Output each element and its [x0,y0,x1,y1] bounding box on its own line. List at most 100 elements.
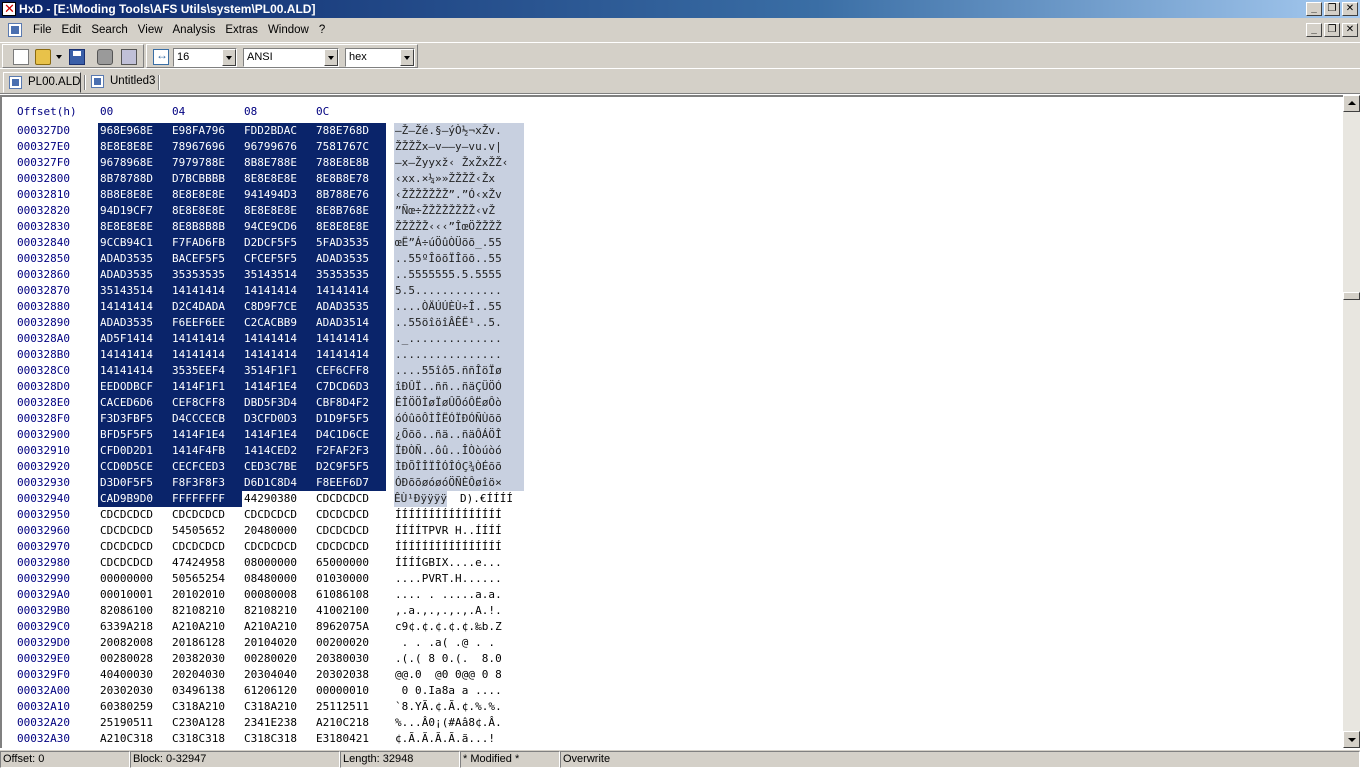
document-icon[interactable] [8,23,22,37]
ascii-text[interactable]: D).€ÍÍÍÍ [460,491,513,507]
hex-row[interactable]: 00032810 8B8E8E8E 8E8E8E8E 941494D3 8B788E76… [2,187,602,203]
hex-byte-group[interactable]: A210C318 [98,731,170,747]
ascii-text[interactable]: ....PVRT.H...... [394,571,524,587]
hex-byte-group[interactable]: 14141414 [98,363,170,379]
hex-row[interactable]: 00032900 BFD5F5F5 1414F1E4 1414F1E4 D4C1D6CE… [2,427,602,443]
ascii-text[interactable]: ŽŽŽŽx–v––y–vu.v| [394,139,524,155]
ascii-text[interactable]: îÐÛÏ..ññ..ñäÇÜÖÓ [394,379,524,395]
hex-byte-group[interactable]: 00000010 [314,683,386,699]
hex-byte-group[interactable]: CDCDCDCD [242,507,314,523]
hex-byte-group[interactable]: DBD5F3D4 [242,395,314,411]
menu-view[interactable]: View [133,23,168,37]
ascii-text[interactable]: ..55ºÎõõÏÎõõ..55 [394,251,524,267]
ascii-text[interactable]: ....55îô5.ññÎöÏø [394,363,524,379]
hex-byte-group[interactable]: 14141414 [170,331,242,347]
hex-byte-group[interactable]: 8E8E8E8E [98,139,170,155]
hex-byte-group[interactable]: 01030000 [314,571,386,587]
tab-untitled3[interactable]: Untitled3 [86,72,158,93]
scroll-thumb[interactable] [1343,292,1360,300]
scroll-up-button[interactable] [1343,95,1360,112]
menu-extras[interactable]: Extras [220,23,263,37]
hex-byte-group[interactable]: 8E8E8E8E [242,171,314,187]
ascii-text[interactable]: .(.( 8 0.(. 8.0 [394,651,524,667]
save-icon[interactable] [69,49,85,65]
open-file-icon[interactable] [35,49,51,65]
hex-byte-group[interactable]: 14141414 [242,331,314,347]
hex-byte-group[interactable]: 44290380 [242,491,314,507]
open-disk-icon[interactable] [97,49,113,65]
hex-byte-group[interactable]: CCD0D5CE [98,459,170,475]
hex-byte-group[interactable]: AD5F1414 [98,331,170,347]
hex-byte-group[interactable]: 20380030 [314,651,386,667]
hex-byte-group[interactable]: 20082008 [98,635,170,651]
hex-byte-group[interactable]: EEDODBCF [98,379,170,395]
hex-byte-group[interactable]: CDCDCDCD [98,507,170,523]
hex-byte-group[interactable]: C230A128 [170,715,242,731]
hex-row[interactable]: 000329F0 40400030 20204030 20304040 20302038… [2,667,602,683]
hex-byte-group[interactable]: 9CCB94C1 [98,235,170,251]
hex-byte-group[interactable]: 25190511 [98,715,170,731]
hex-byte-group[interactable]: 20186128 [170,635,242,651]
tab-pl00-ald[interactable]: PL00.ALD [3,72,81,93]
hex-byte-group[interactable]: D3D0F5F5 [98,475,170,491]
chevron-down-icon[interactable] [222,49,236,66]
hex-row[interactable]: 000329A0 00010001 20102010 00080008 61086108… [2,587,602,603]
hex-row[interactable]: 000327F0 9678968E 7979788E 8B8E788E 788E8E8B… [2,155,602,171]
ascii-text[interactable]: .... . .....a.a. [394,587,524,603]
hex-row[interactable]: 00032860 ADAD3535 35353535 35143514 35353535… [2,267,602,283]
hex-byte-group[interactable]: 1414F1F1 [170,379,242,395]
hex-byte-group[interactable]: D4CCCECB [170,411,242,427]
hex-byte-group[interactable]: 20302038 [314,667,386,683]
hex-byte-group[interactable]: 25112511 [314,699,386,715]
hex-byte-group[interactable]: 6339A218 [98,619,170,635]
ascii-text[interactable]: ÏÐÒÑ..ôû..ÎÒòúòó [394,443,524,459]
hex-byte-group[interactable]: D2C9F5F5 [314,459,386,475]
hex-byte-group[interactable]: F8F3F8F3 [170,475,242,491]
hex-byte-group[interactable]: C318A210 [170,699,242,715]
hex-row[interactable]: 00032800 8B78788D D7BCBBBB 8E8E8E8E 8E8B8E78… [2,171,602,187]
hex-byte-group[interactable]: F3D3FBF5 [98,411,170,427]
hex-row[interactable]: 000328F0 F3D3FBF5 D4CCCECB D3CFD0D3 D1D9F5F5… [2,411,602,427]
hex-byte-group[interactable]: 1414CED2 [242,443,314,459]
ascii-text[interactable]: ÓÐõõøóøóÖÑÈÔøîö× [394,475,524,491]
ascii-text[interactable]: ÍÍÍÍTPVR H..ÍÍÍÍ [394,523,524,539]
ascii-text[interactable]: @@.0 @0 0@@ 0 8 [394,667,524,683]
hex-row[interactable]: 00032820 94D19CF7 8E8E8E8E 8E8E8E8E 8E8B768E… [2,203,602,219]
hex-byte-group[interactable]: 96799676 [242,139,314,155]
ascii-text[interactable]: 0 0.Ia8a a .... [394,683,524,699]
hex-byte-group[interactable]: D2C4DADA [170,299,242,315]
hex-byte-group[interactable]: 3535EEF4 [170,363,242,379]
hex-byte-group[interactable]: D4C1D6CE [314,427,386,443]
hex-row[interactable]: 000329B0 82086100 82108210 82108210 41002100… [2,603,602,619]
restore-button[interactable]: ❐ [1324,2,1340,16]
ascii-text[interactable]: ÍÍÍÍÍÍÍÍÍÍÍÍÍÍÍÍ [394,539,524,555]
ascii-text[interactable]: ÍÍÍÍGBIX....e... [394,555,524,571]
hex-byte-group[interactable]: 8E8E8E8E [170,203,242,219]
hex-byte-group[interactable]: 8E8B8B8B [170,219,242,235]
new-file-icon[interactable] [13,49,29,65]
hex-byte-group[interactable]: D3CFD0D3 [242,411,314,427]
hex-byte-group[interactable]: 82086100 [98,603,170,619]
hex-row[interactable]: 000328C0 14141414 3535EEF4 3514F1F1 CEF6CFF8… [2,363,602,379]
hex-byte-group[interactable]: 54505652 [170,523,242,539]
hex-byte-group[interactable]: 50565254 [170,571,242,587]
minimize-button[interactable]: _ [1306,2,1322,16]
hex-byte-group[interactable]: 94D19CF7 [98,203,170,219]
hex-row[interactable]: 00032990 00000000 50565254 08480000 01030000… [2,571,602,587]
hex-byte-group[interactable]: 65000000 [314,555,386,571]
hex-byte-group[interactable]: 08480000 [242,571,314,587]
hex-byte-group[interactable]: 1414F1E4 [170,427,242,443]
hex-byte-group[interactable]: ADAD3535 [314,251,386,267]
hex-row[interactable]: 00032960 CDCDCDCD 54505652 20480000 CDCDCDCD… [2,523,602,539]
ascii-text[interactable]: ÍÍÍÍÍÍÍÍÍÍÍÍÍÍÍÍ [394,507,524,523]
hex-byte-group[interactable]: 78967696 [170,139,242,155]
hex-byte-group[interactable]: CEF6CFF8 [314,363,386,379]
hex-editor[interactable]: Offset(h) 00 04 08 0C 000327D0 968E968E E9… [0,95,1343,748]
hex-byte-group[interactable]: 61086108 [314,587,386,603]
scroll-down-button[interactable] [1343,731,1360,748]
vertical-scrollbar[interactable] [1343,95,1360,748]
ascii-text[interactable]: ÌÐÕÎÎÏÎÓÎÓÇ¾ÒÉõõ [394,459,524,475]
hex-byte-group[interactable]: 1414F1E4 [242,379,314,395]
hex-byte-group[interactable]: C318C318 [242,731,314,747]
hex-byte-group[interactable]: E3180421 [314,731,386,747]
